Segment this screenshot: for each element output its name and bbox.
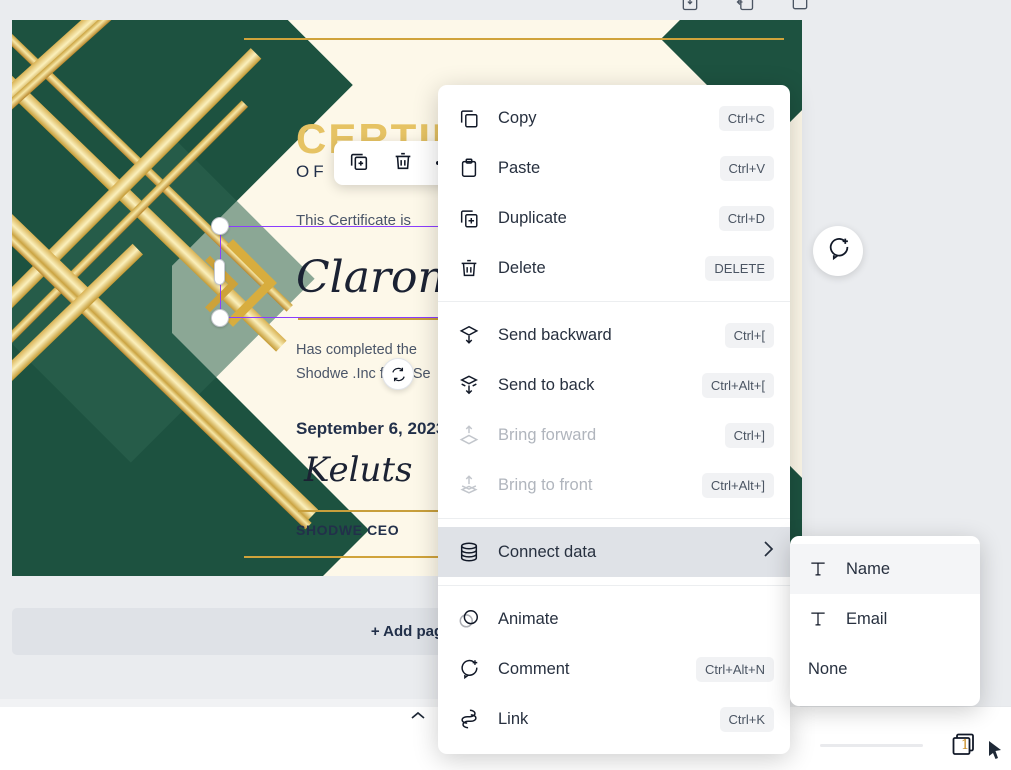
menu-item-comment[interactable]: Comment Ctrl+Alt+N <box>438 644 790 694</box>
menu-item-duplicate[interactable]: Duplicate Ctrl+D <box>438 193 790 243</box>
menu-item-label: Animate <box>498 609 559 628</box>
menu-item-label: Paste <box>498 158 541 177</box>
certificate-signer-title[interactable]: SHODWE CEO <box>296 522 399 538</box>
link-icon <box>458 708 488 730</box>
menu-item-label: Send backward <box>498 325 612 344</box>
download-icon[interactable] <box>680 0 700 17</box>
submenu-item-label: Name <box>846 559 891 578</box>
menu-item-animate[interactable]: Animate <box>438 594 790 644</box>
animate-icon <box>458 608 488 630</box>
menu-item-paste[interactable]: Paste Ctrl+V <box>438 143 790 193</box>
menu-item-label: Bring forward <box>498 425 597 444</box>
menu-item-copy[interactable]: Copy Ctrl+C <box>438 93 790 143</box>
menu-item-label: Connect data <box>498 542 597 561</box>
trash-icon <box>458 257 488 279</box>
menu-item-label: Send to back <box>498 375 595 394</box>
menu-item-link[interactable]: Link Ctrl+K <box>438 694 790 744</box>
context-menu[interactable]: Copy Ctrl+C Paste Ctrl+V Duplicate Ctrl+D Dele… <box>438 85 790 754</box>
submenu-item-label: None <box>808 659 848 678</box>
mouse-cursor <box>988 740 1004 765</box>
add-page-label: + Add pag <box>370 623 444 640</box>
chevron-right-icon <box>763 540 774 564</box>
certificate-signature[interactable]: Keluts <box>304 450 413 490</box>
comment-add-icon <box>458 658 488 680</box>
menu-item-connect-data[interactable]: Connect data <box>438 527 790 577</box>
share-icon[interactable] <box>735 0 755 17</box>
menu-item-send-to-back[interactable]: Send to back Ctrl+Alt+[ <box>438 360 790 410</box>
submenu-item-name[interactable]: Name <box>790 544 980 594</box>
folder-icon[interactable] <box>790 0 810 17</box>
rotate-handle[interactable] <box>382 358 414 390</box>
resize-handle-bottom-left[interactable] <box>211 309 229 327</box>
duplicate-icon <box>458 207 488 229</box>
menu-item-shortcut: DELETE <box>705 255 774 281</box>
menu-separator <box>438 518 790 519</box>
text-icon <box>808 609 836 629</box>
paste-icon <box>458 157 488 179</box>
menu-item-send-backward[interactable]: Send backward Ctrl+[ <box>438 310 790 360</box>
certificate-subtitle[interactable]: OF <box>296 162 328 182</box>
submenu-item-none[interactable]: None <box>790 644 980 694</box>
submenu-item-email[interactable]: Email <box>790 594 980 644</box>
send-backward-icon <box>458 324 488 346</box>
menu-item-shortcut: Ctrl+V <box>719 155 774 181</box>
menu-item-shortcut: Ctrl+Alt+N <box>696 656 774 682</box>
menu-item-shortcut: Ctrl+Alt+[ <box>701 372 774 398</box>
bring-to-front-icon <box>458 474 488 496</box>
add-comment-button[interactable] <box>813 226 863 276</box>
menu-item-shortcut: Ctrl+[ <box>724 322 774 348</box>
connect-data-submenu[interactable]: Name Email None <box>790 536 980 706</box>
menu-item-shortcut: Ctrl+C <box>718 105 774 131</box>
menu-item-label: Link <box>498 709 529 728</box>
trash-icon[interactable] <box>392 150 414 177</box>
certificate-date[interactable]: September 6, 2023 <box>296 419 445 439</box>
menu-separator <box>438 585 790 586</box>
menu-item-label: Bring to front <box>498 475 593 494</box>
database-icon <box>458 541 488 563</box>
bottom-bar-divider <box>820 744 923 747</box>
menu-item-label: Comment <box>498 659 570 678</box>
resize-handle-top-left[interactable] <box>211 217 229 235</box>
text-icon <box>808 559 836 579</box>
page-number: 1 <box>961 738 970 753</box>
certificate-body-line-1[interactable]: Has completed the <box>296 342 417 358</box>
menu-item-label: Delete <box>498 258 546 277</box>
resize-handle-left-middle[interactable] <box>214 259 225 285</box>
menu-item-shortcut: Ctrl+D <box>718 205 774 231</box>
menu-item-label: Copy <box>498 108 537 127</box>
copy-icon <box>458 107 488 129</box>
menu-item-bring-forward: Bring forward Ctrl+] <box>438 410 790 460</box>
send-to-back-icon <box>458 374 488 396</box>
menu-item-label: Duplicate <box>498 208 567 227</box>
canva-editor-window: CERTIFICATE OF This Certificate is Claro… <box>0 0 1011 770</box>
menu-item-shortcut: Ctrl+Alt+] <box>701 472 774 498</box>
menu-separator <box>438 301 790 302</box>
comment-add-icon <box>826 236 851 266</box>
menu-item-delete[interactable]: Delete DELETE <box>438 243 790 293</box>
bring-forward-icon <box>458 424 488 446</box>
duplicate-icon[interactable] <box>348 150 370 177</box>
submenu-item-label: Email <box>846 609 888 628</box>
menu-item-shortcut: Ctrl+] <box>724 422 774 448</box>
top-toolbar-icons <box>680 0 810 17</box>
menu-item-bring-to-front: Bring to front Ctrl+Alt+] <box>438 460 790 510</box>
chevron-up-icon[interactable] <box>410 708 426 725</box>
menu-item-shortcut: Ctrl+K <box>719 706 774 732</box>
